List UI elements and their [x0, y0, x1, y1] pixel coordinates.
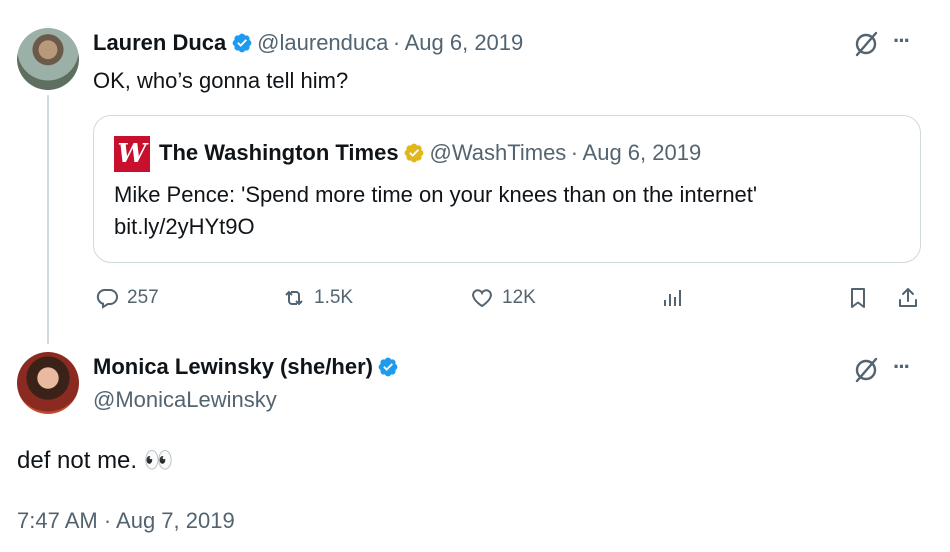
verified-badge-icon — [232, 33, 252, 53]
eyes-emoji: 👀 — [143, 447, 174, 474]
views-button[interactable] — [660, 286, 684, 310]
quoted-link[interactable]: bit.ly/2yHYt9O — [114, 214, 255, 240]
reply-count: 257 — [127, 287, 159, 308]
share-icon — [899, 288, 917, 307]
tweet2-body: def not me. 👀 — [17, 446, 174, 475]
tweet2-header: Monica Lewinsky (she/her) — [93, 354, 399, 380]
retweet-count: 1.5K — [314, 287, 354, 308]
tweet1-display-name[interactable]: Lauren Duca — [93, 30, 226, 55]
tweet2-text: def not me. — [17, 447, 138, 474]
bookmark-button[interactable] — [846, 286, 870, 310]
tweet2-more-button[interactable]: ··· — [893, 354, 911, 380]
quoted-separator: · — [570, 140, 579, 165]
quoted-tweet-header: The Washington Times @WashTimes · Aug 6,… — [159, 140, 701, 166]
quoted-handle: @WashTimes — [429, 140, 567, 165]
grok-icon[interactable] — [852, 356, 880, 384]
gold-verified-badge-icon — [404, 143, 424, 163]
verified-badge-icon — [379, 357, 398, 377]
grok-icon[interactable] — [852, 30, 880, 58]
like-icon — [472, 289, 492, 308]
views-icon — [664, 290, 681, 306]
tweet1-header: Lauren Duca @laurenduca · Aug 6, 2019 — [93, 30, 523, 56]
reply-icon — [96, 289, 118, 309]
share-button[interactable] — [896, 286, 920, 310]
tweet2-display-name[interactable]: Monica Lewinsky (she/her) — [93, 354, 373, 379]
reply-button[interactable]: 257 — [95, 286, 159, 310]
avatar-lauren-duca[interactable] — [17, 28, 79, 90]
washington-times-logo: W — [114, 136, 150, 172]
avatar-monica-lewinsky[interactable] — [17, 352, 79, 414]
quoted-text: Mike Pence: 'Spend more time on your kne… — [114, 182, 758, 207]
tweet1-text: OK, who’s gonna tell him? — [93, 68, 349, 93]
retweet-button[interactable]: 1.5K — [282, 286, 353, 310]
quoted-date: Aug 6, 2019 — [582, 140, 702, 165]
tweet1-separator: · — [392, 30, 401, 55]
tweet2-timestamp[interactable]: 7:47 AM · Aug 7, 2019 — [17, 508, 235, 534]
thread-line — [47, 95, 49, 344]
bookmark-icon — [851, 288, 865, 308]
quoted-display-name: The Washington Times — [159, 140, 399, 165]
retweet-icon — [285, 291, 303, 305]
tweet2-handle[interactable]: @MonicaLewinsky — [93, 387, 277, 413]
tweet1-more-button[interactable]: ··· — [893, 28, 911, 54]
like-button[interactable]: 12K — [470, 286, 536, 310]
tweet1-handle[interactable]: @laurenduca — [257, 30, 388, 55]
like-count: 12K — [502, 287, 536, 308]
tweet1-date[interactable]: Aug 6, 2019 — [405, 30, 524, 55]
